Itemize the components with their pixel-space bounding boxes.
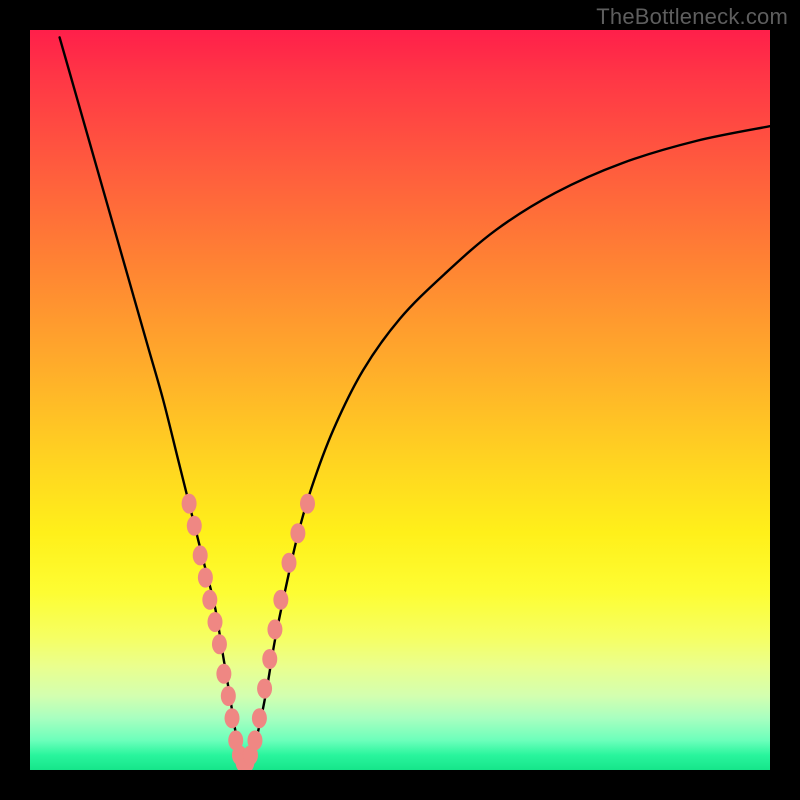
data-point xyxy=(300,494,315,514)
data-point xyxy=(193,545,208,565)
data-point xyxy=(198,568,213,588)
data-point xyxy=(273,590,288,610)
watermark-text: TheBottleneck.com xyxy=(596,4,788,30)
data-point xyxy=(267,619,282,639)
chart-svg xyxy=(30,30,770,770)
data-point xyxy=(247,730,262,750)
data-point xyxy=(290,523,305,543)
data-point xyxy=(257,679,272,699)
data-point xyxy=(221,686,236,706)
data-point xyxy=(262,649,277,669)
data-point-markers xyxy=(182,494,315,770)
data-point xyxy=(212,634,227,654)
chart-frame: TheBottleneck.com xyxy=(0,0,800,800)
bottleneck-curve xyxy=(60,37,770,767)
data-point xyxy=(182,494,197,514)
plot-area xyxy=(30,30,770,770)
data-point xyxy=(225,708,240,728)
data-point xyxy=(187,516,202,536)
data-point xyxy=(208,612,223,632)
data-point xyxy=(202,590,217,610)
data-point xyxy=(282,553,297,573)
data-point xyxy=(216,664,231,684)
data-point xyxy=(252,708,267,728)
